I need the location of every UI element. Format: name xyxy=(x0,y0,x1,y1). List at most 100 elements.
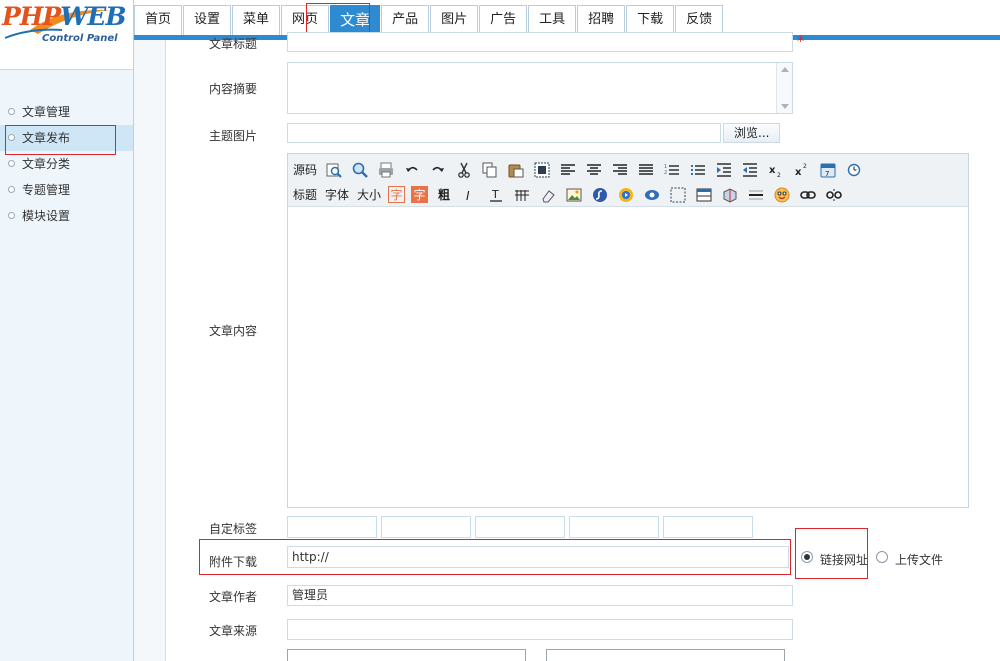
summary-textarea[interactable] xyxy=(287,62,793,114)
cut-icon[interactable] xyxy=(454,160,474,180)
tag-input-4[interactable] xyxy=(569,516,659,538)
summary-scrollbar[interactable] xyxy=(776,63,792,113)
tab-home[interactable]: 首页 xyxy=(134,5,183,35)
svg-text:x: x xyxy=(769,165,776,176)
bullet-icon xyxy=(8,108,15,115)
svg-text:2: 2 xyxy=(803,163,807,170)
sidebar-nav: 文章管理 文章发布 文章分类 专题管理 模块设置 xyxy=(0,99,133,229)
realplayer-icon[interactable] xyxy=(642,185,662,205)
radio-upload-file[interactable] xyxy=(876,551,888,563)
tab-downloads[interactable]: 下载 xyxy=(626,5,675,35)
unlink-icon[interactable] xyxy=(824,185,844,205)
browse-button[interactable]: 浏览... xyxy=(723,123,781,143)
copy-icon[interactable] xyxy=(480,160,500,180)
tab-settings[interactable]: 设置 xyxy=(183,5,232,35)
subscript-icon[interactable]: x2 xyxy=(766,160,786,180)
hr-icon[interactable] xyxy=(746,185,766,205)
author-input[interactable]: 管理员 xyxy=(287,585,793,606)
sidebar-item-article-manage[interactable]: 文章管理 xyxy=(0,99,133,125)
sidebar-item-label: 模块设置 xyxy=(22,209,71,223)
select-all-icon[interactable] xyxy=(532,160,552,180)
tab-feedback[interactable]: 反馈 xyxy=(675,5,724,35)
tab-menu[interactable]: 菜单 xyxy=(232,5,281,35)
strike-icon[interactable] xyxy=(512,185,532,205)
svg-text:7: 7 xyxy=(825,170,829,178)
undo-icon[interactable] xyxy=(402,160,422,180)
toolbar-row-2: 标题 字体 大小 字 字 粗 I T xyxy=(292,182,968,207)
rich-text-editor: 源码 12 x 2 x 2 7 标题 字体 大小 字 字 粗 I T xyxy=(287,153,969,508)
heading-button[interactable]: 标题 xyxy=(292,185,318,205)
content-gutter xyxy=(134,40,166,661)
logo-wordmark: PHPWEB xyxy=(2,2,126,31)
align-justify-icon[interactable] xyxy=(636,160,656,180)
sidebar-item-module-settings[interactable]: 模块设置 xyxy=(0,203,133,229)
date-icon[interactable]: 7 xyxy=(818,160,838,180)
preview-icon[interactable] xyxy=(324,160,344,180)
tag-input-1[interactable] xyxy=(287,516,377,538)
time-icon[interactable] xyxy=(844,160,864,180)
redo-icon[interactable] xyxy=(428,160,448,180)
tag-input-2[interactable] xyxy=(381,516,471,538)
underline-icon[interactable]: T xyxy=(486,185,506,205)
image-file-input[interactable] xyxy=(287,123,721,143)
background-color-button[interactable]: 字 xyxy=(411,186,429,203)
tab-jobs[interactable]: 招聘 xyxy=(577,5,626,35)
extra-field-right[interactable] xyxy=(546,649,785,661)
eraser-icon[interactable] xyxy=(538,185,558,205)
media-icon[interactable] xyxy=(616,185,636,205)
link-icon[interactable] xyxy=(798,185,818,205)
source-button[interactable]: 源码 xyxy=(292,160,318,180)
bullet-icon xyxy=(8,186,15,193)
unordered-list-icon[interactable] xyxy=(688,160,708,180)
scroll-down-icon[interactable] xyxy=(781,104,789,109)
align-left-icon[interactable] xyxy=(558,160,578,180)
logo-subtitle: Control Panel xyxy=(42,33,118,44)
tab-tools[interactable]: 工具 xyxy=(528,5,577,35)
tag-input-5[interactable] xyxy=(663,516,753,538)
tab-products[interactable]: 产品 xyxy=(381,5,430,35)
svg-text:2: 2 xyxy=(664,170,667,176)
special-char-icon[interactable] xyxy=(720,185,740,205)
bullet-icon xyxy=(8,212,15,219)
sidebar-item-label: 文章管理 xyxy=(22,105,71,119)
font-family-button[interactable]: 字体 xyxy=(324,185,350,205)
layer-icon[interactable] xyxy=(668,185,688,205)
flash-icon[interactable] xyxy=(590,185,610,205)
align-center-icon[interactable] xyxy=(584,160,604,180)
text-color-button[interactable]: 字 xyxy=(388,186,406,203)
editor-body[interactable] xyxy=(288,207,968,507)
tags-label: 自定标签 xyxy=(209,522,258,536)
emoticon-icon[interactable] xyxy=(772,185,792,205)
tab-images[interactable]: 图片 xyxy=(430,5,479,35)
highlight-box-radio xyxy=(795,528,868,579)
extra-field-left[interactable] xyxy=(287,649,526,661)
source-input[interactable] xyxy=(287,619,793,640)
image-icon[interactable] xyxy=(564,185,584,205)
table-icon[interactable] xyxy=(694,185,714,205)
title-input[interactable] xyxy=(287,32,793,52)
sidebar-item-topic-manage[interactable]: 专题管理 xyxy=(0,177,133,203)
find-icon[interactable] xyxy=(350,160,370,180)
author-label: 文章作者 xyxy=(209,590,258,604)
indent-icon[interactable] xyxy=(714,160,734,180)
font-size-button[interactable]: 大小 xyxy=(356,185,382,205)
svg-text:x: x xyxy=(795,167,802,178)
radio-upload-label[interactable]: 上传文件 xyxy=(895,551,943,568)
print-icon[interactable] xyxy=(376,160,396,180)
tag-input-3[interactable] xyxy=(475,516,565,538)
ordered-list-icon[interactable]: 12 xyxy=(662,160,682,180)
scroll-up-icon[interactable] xyxy=(781,67,789,72)
paste-icon[interactable] xyxy=(506,160,526,180)
source-label: 文章来源 xyxy=(209,624,258,638)
align-right-icon[interactable] xyxy=(610,160,630,180)
tab-bar: 首页 设置 菜单 网页 文章 产品 图片 广告 工具 招聘 下载 反馈 xyxy=(134,5,724,35)
image-label: 主题图片 xyxy=(209,129,258,143)
highlight-box-sidebar xyxy=(5,125,116,155)
bullet-icon xyxy=(8,160,15,167)
outdent-icon[interactable] xyxy=(740,160,760,180)
summary-label: 内容摘要 xyxy=(209,82,258,96)
superscript-icon[interactable]: x2 xyxy=(792,160,812,180)
bold-button[interactable]: 粗 xyxy=(434,185,454,205)
italic-icon[interactable]: I xyxy=(460,185,480,205)
tab-ads[interactable]: 广告 xyxy=(479,5,528,35)
